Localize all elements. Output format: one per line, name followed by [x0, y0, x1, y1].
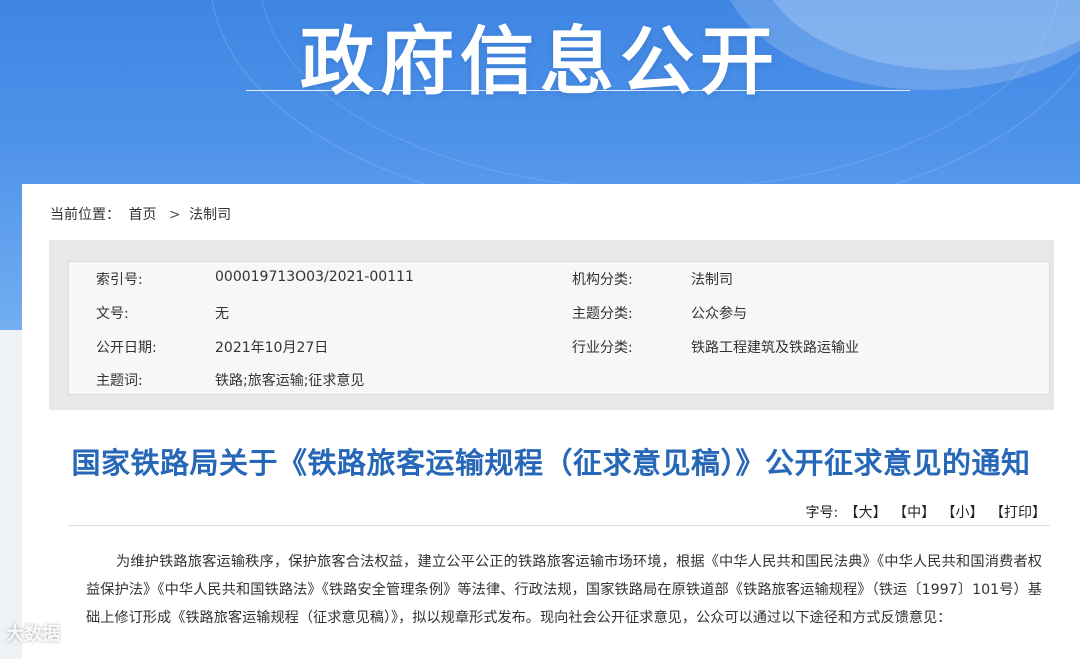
font-medium-button[interactable]: 【中】	[893, 505, 935, 521]
breadcrumb-home-link[interactable]: 首页	[128, 207, 156, 223]
info-row: 索引号: 000019713O03/2021-00111 机构分类: 法制司	[69, 269, 1051, 289]
font-small-button[interactable]: 【小】	[942, 505, 984, 521]
info-label: 文号:	[96, 306, 129, 322]
info-row: 公开日期: 2021年10月27日 行业分类: 铁路工程建筑及铁路运输业	[69, 337, 1051, 357]
font-size-label: 字号:	[805, 505, 839, 521]
info-value: 无	[215, 306, 229, 322]
watermark-logo: 大数据	[6, 624, 60, 645]
info-label: 主题词:	[96, 373, 143, 389]
document-title: 国家铁路局关于《铁路旅客运输规程（征求意见稿）》公开征求意见的通知	[71, 446, 1031, 480]
font-size-toolbar: 字号: 【大】 【中】 【小】 【打印】	[803, 502, 1046, 522]
breadcrumb-separator: >	[168, 207, 181, 223]
info-label: 索引号:	[96, 272, 143, 288]
info-row: 文号: 无 主题分类: 公众参与	[69, 303, 1051, 323]
font-large-button[interactable]: 【大】	[845, 505, 887, 521]
info-value: 铁路;旅客运输;征求意见	[215, 373, 365, 389]
banner-title: 政府信息公开	[300, 19, 780, 105]
document-info-table: 索引号: 000019713O03/2021-00111 机构分类: 法制司 文…	[68, 261, 1050, 395]
info-row: 主题词: 铁路;旅客运输;征求意见	[69, 370, 1051, 390]
info-value: 法制司	[691, 272, 733, 288]
info-label: 机构分类:	[572, 272, 633, 288]
info-value: 铁路工程建筑及铁路运输业	[691, 340, 859, 356]
breadcrumb-legal-dept-link[interactable]: 法制司	[189, 207, 231, 223]
info-box-frame: 索引号: 000019713O03/2021-00111 机构分类: 法制司 文…	[49, 240, 1054, 410]
title-divider	[68, 525, 1050, 526]
info-value: 000019713O03/2021-00111	[215, 269, 414, 285]
info-label: 主题分类:	[572, 306, 633, 322]
banner-divider	[246, 90, 910, 91]
info-value: 公众参与	[691, 306, 747, 322]
breadcrumb-label: 当前位置：	[50, 207, 120, 223]
breadcrumb: 当前位置： 首页 > 法制司	[50, 204, 235, 224]
document-body: 为维护铁路旅客运输秩序，保护旅客合法权益，建立公平公正的铁路旅客运输市场环境，根…	[86, 554, 1042, 626]
info-value: 2021年10月27日	[215, 340, 329, 356]
print-button[interactable]: 【打印】	[990, 505, 1046, 521]
info-label: 公开日期:	[96, 340, 157, 356]
content-panel: 当前位置： 首页 > 法制司 索引号: 000019713O03/2021-00…	[22, 184, 1080, 659]
info-label: 行业分类:	[572, 340, 633, 356]
